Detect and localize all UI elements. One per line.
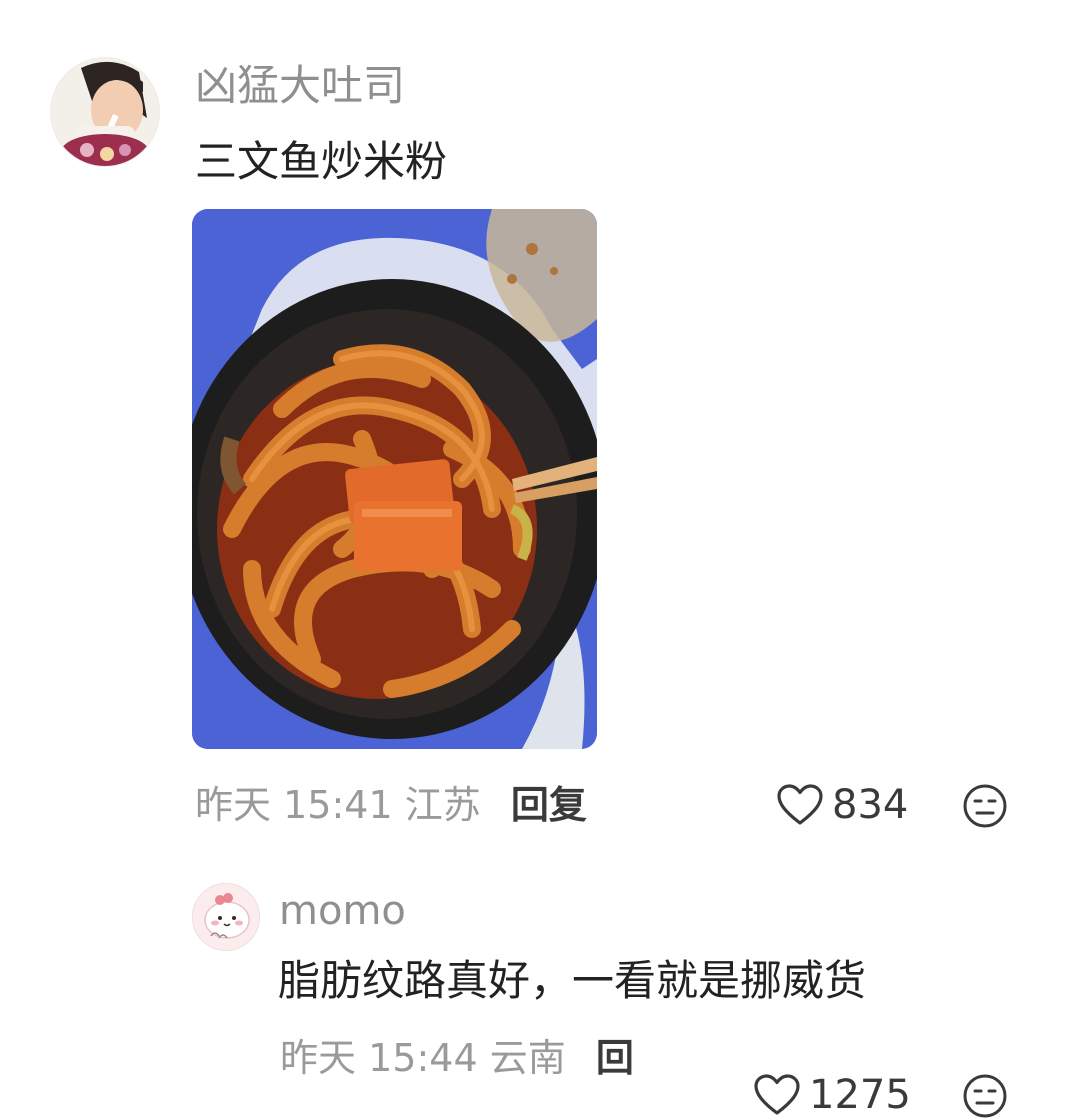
comment-meta: 昨天 15:41 江苏 回复 [195, 780, 587, 830]
avatar-photo-icon [51, 58, 159, 166]
neutral-face-icon[interactable] [962, 1073, 1008, 1119]
heart-icon [754, 1074, 800, 1115]
comment-thread: 凶猛大吐司 三文鱼炒米粉 昨天 15:41 江苏 回复 834 momo 脂肪纹… [0, 0, 1079, 1118]
comment-location: 江苏 [404, 783, 481, 827]
reply-date: 昨天 [280, 1036, 357, 1080]
neutral-face-icon[interactable] [962, 783, 1008, 829]
user-avatar[interactable] [50, 57, 160, 167]
reply-button[interactable]: 回复 [511, 783, 587, 827]
heart-icon [777, 784, 823, 825]
reply-location: 云南 [489, 1036, 566, 1080]
username[interactable]: 凶猛大吐司 [195, 60, 405, 112]
comment-time: 15:41 [283, 783, 393, 827]
comment-date: 昨天 [195, 783, 272, 827]
cartoon-avatar-icon [193, 884, 259, 950]
attached-food-photo[interactable] [192, 209, 597, 749]
like-count: 834 [832, 782, 909, 828]
reply-meta: 昨天 15:44 云南 回 [280, 1033, 634, 1083]
reply-user-avatar[interactable] [192, 883, 260, 951]
like-button[interactable]: 834 [776, 780, 908, 830]
reply-username[interactable]: momo [279, 886, 406, 936]
reply-to-reply-button[interactable]: 回 [596, 1036, 634, 1080]
reply-text: 脂肪纹路真好，一看就是挪威货 [278, 956, 867, 1005]
food-photo-image [192, 209, 597, 749]
reply-like-button[interactable]: 1275 [753, 1070, 911, 1120]
reply-time: 15:44 [368, 1036, 478, 1080]
reply-like-count: 1275 [809, 1072, 911, 1118]
comment-text: 三文鱼炒米粉 [195, 137, 448, 186]
